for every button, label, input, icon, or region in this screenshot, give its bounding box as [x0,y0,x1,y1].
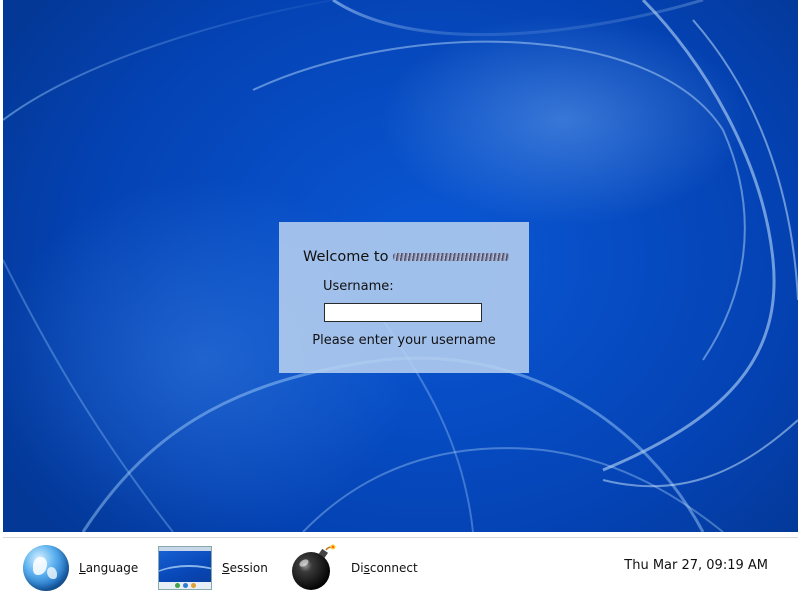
username-label: Username: [323,279,394,294]
clock-display: Thu Mar 27, 09:19 AM [624,558,768,573]
username-input[interactable] [324,303,482,322]
language-label: Language [79,561,139,575]
welcome-text: Welcome to [303,249,389,265]
disconnect-label: Disconnect [351,561,418,575]
redacted-hostname [392,253,509,261]
session-label: Session [222,561,268,575]
disconnect-button[interactable]: Disconnect [289,544,418,592]
bottom-taskbar: Language Session Disconnect Thu Mar 27, … [3,537,798,598]
bomb-icon [289,544,337,592]
login-panel: Welcome to Username: Please enter your u… [279,222,529,373]
language-button[interactable]: Language [23,544,138,592]
globe-icon [23,545,69,591]
session-preview-icon [158,546,212,590]
welcome-message: Welcome to [303,249,509,265]
session-button[interactable]: Session [158,544,268,592]
login-prompt: Please enter your username [312,333,496,348]
desktop-background: Welcome to Username: Please enter your u… [3,0,798,532]
